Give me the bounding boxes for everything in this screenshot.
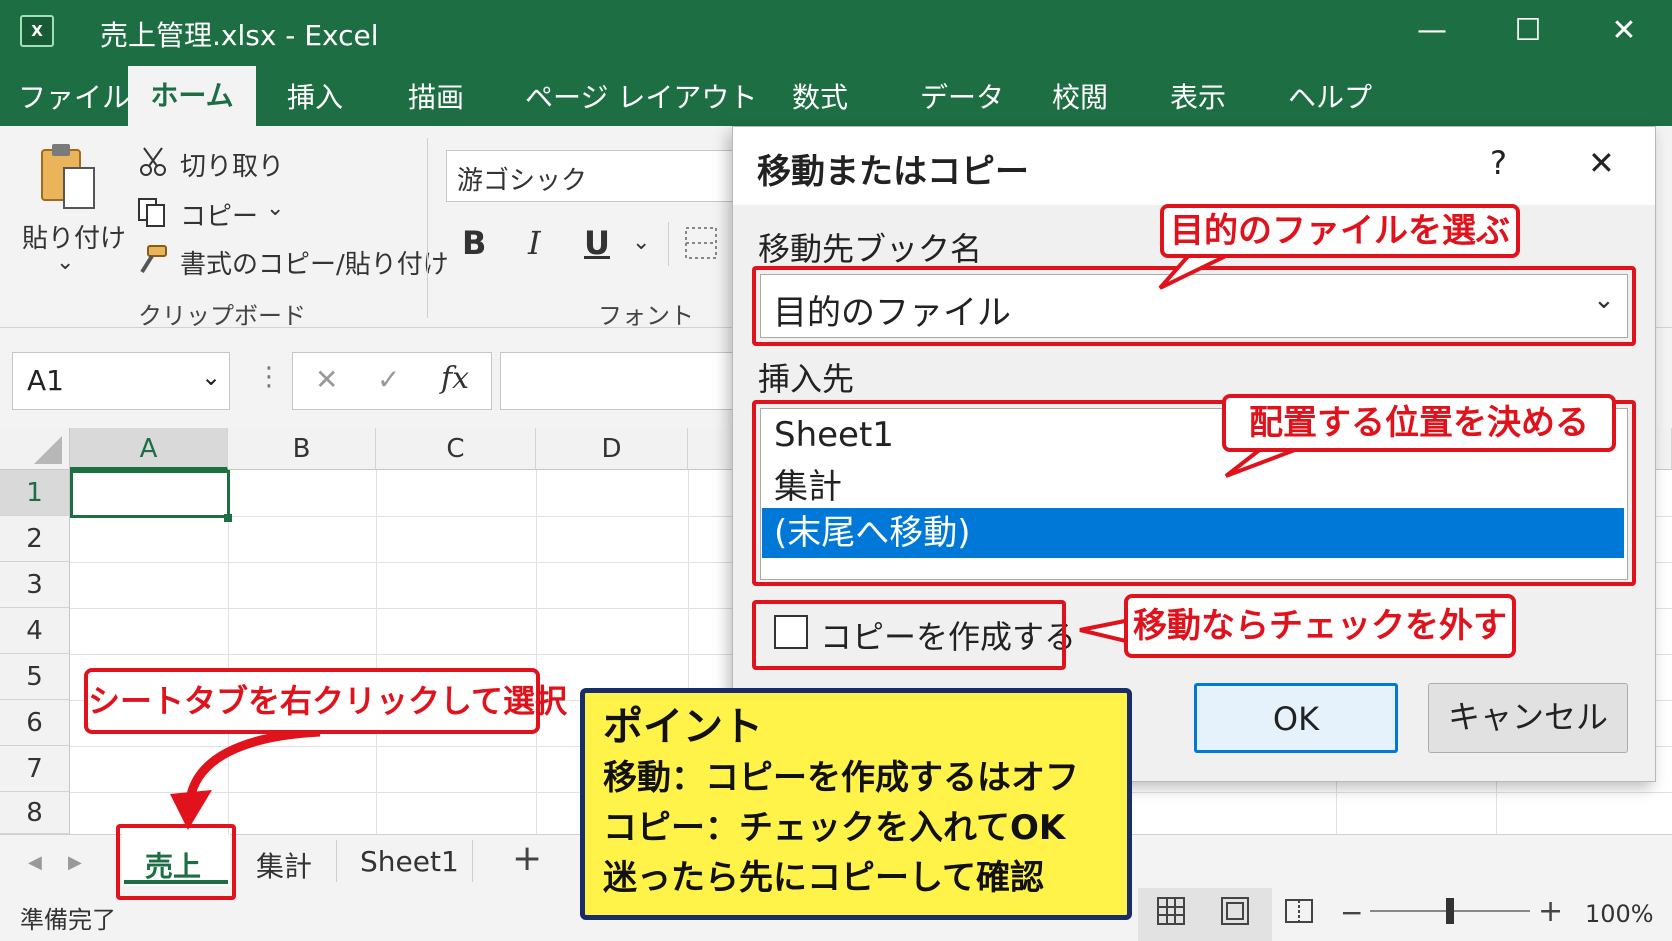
point-line-confirm: 迷ったら先にコピーして確認 [603, 858, 1044, 898]
callout-choose-file: 目的のファイルを選ぶ [1160, 204, 1520, 258]
callout-uncheck-for-move: 移動ならチェックを外す [1124, 594, 1516, 658]
point-title: ポイント [603, 704, 763, 750]
point-box: ポイント 移動：コピーを作成するはオフ コピー：チェックを入れてOK 迷ったら先… [580, 688, 1132, 920]
callout-right-click-tab: シートタブを右クリックして選択 [84, 668, 567, 734]
callout-choose-position: 配置する位置を決める [1222, 394, 1616, 452]
point-line-copy: コピー：チェックを入れてOK [603, 808, 1066, 848]
point-line-move: 移動：コピーを作成するはオフ [603, 758, 1079, 798]
